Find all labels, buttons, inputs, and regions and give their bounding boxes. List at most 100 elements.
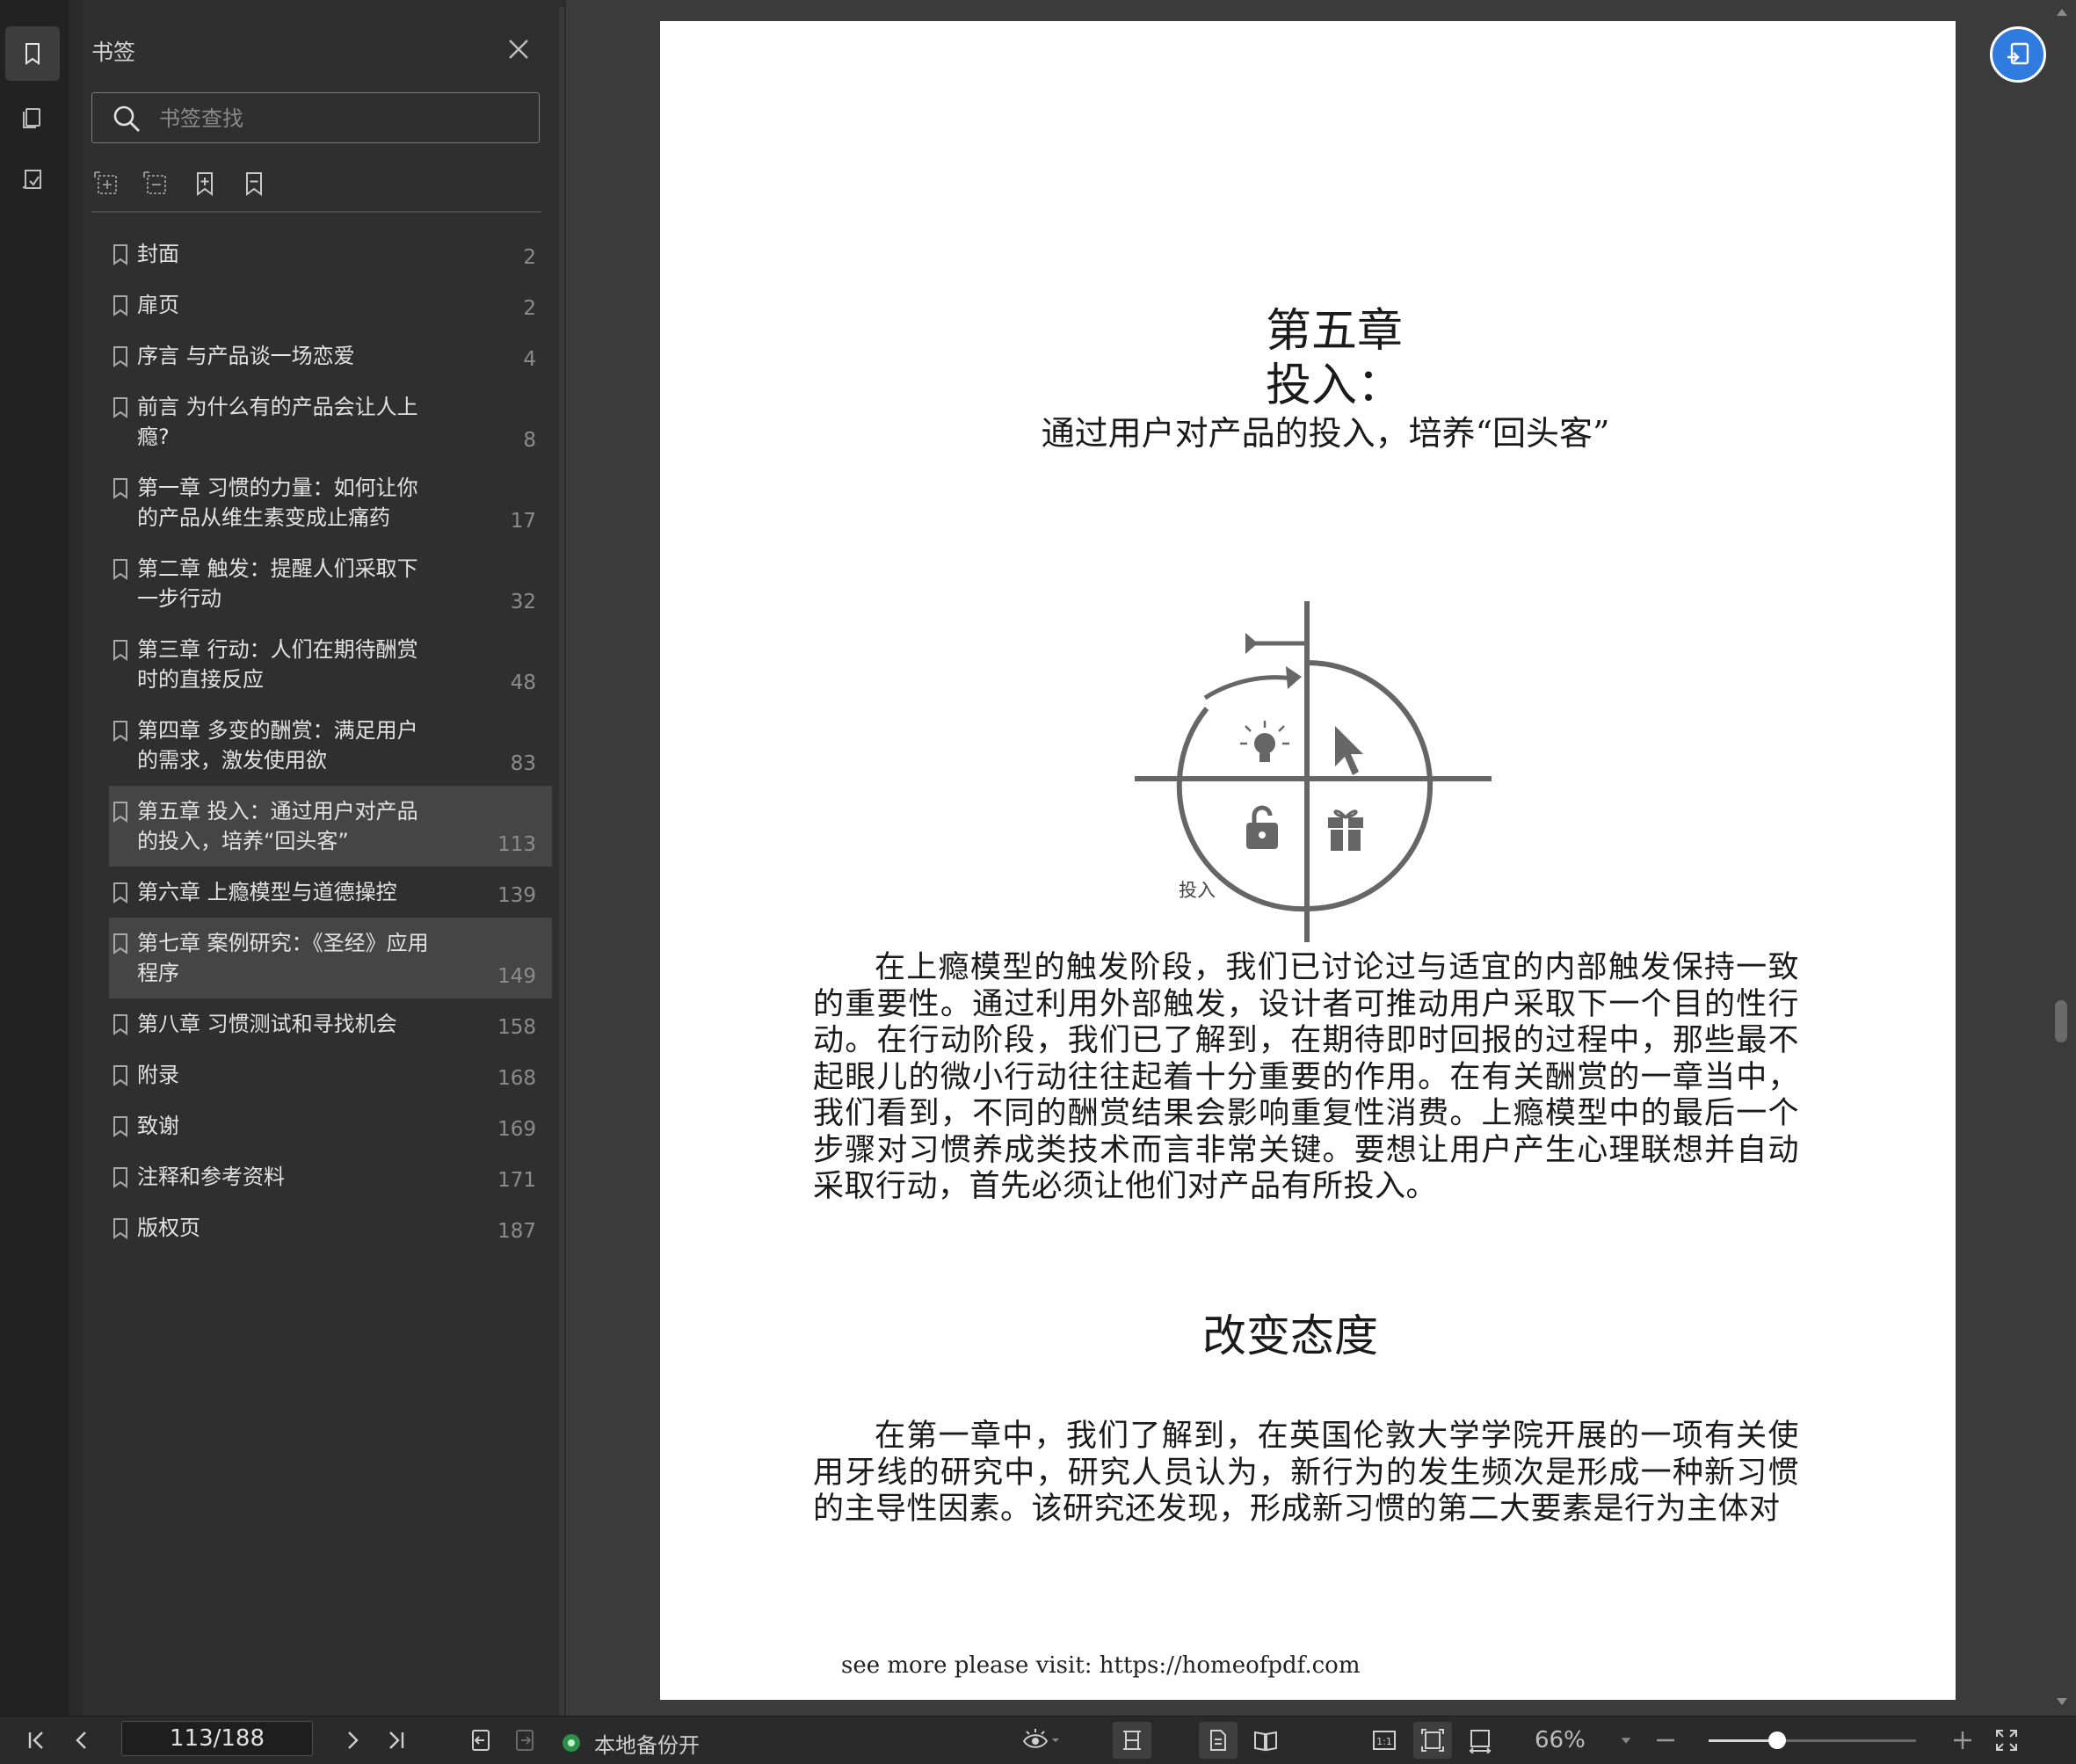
cursor-icon [1335, 726, 1363, 775]
remove-bookmark-icon[interactable] [239, 169, 269, 199]
bookmark-label: 第六章 上瘾模型与道德操控 [137, 880, 397, 904]
panel-splitter[interactable] [559, 7, 564, 1716]
bookmark-label: 封面 [137, 242, 179, 266]
lightbulb-icon [1240, 721, 1289, 762]
bookmark-item[interactable]: 注释和参考资料 171 [109, 1151, 552, 1202]
chapter-subtitle: 通过用户对产品的投入，培养“回头客” [1041, 414, 1610, 453]
fullscreen-icon[interactable] [1992, 1725, 2022, 1755]
bookmark-icon [113, 802, 127, 823]
add-bookmark-icon[interactable] [190, 169, 220, 199]
page-number-input[interactable] [121, 1721, 313, 1756]
bookmark-item[interactable]: 致谢 169 [109, 1100, 552, 1151]
bookmark-item[interactable]: 序言 与产品谈一场恋爱 4 [109, 330, 552, 381]
bookmark-page-number: 149 [497, 965, 536, 988]
backup-status-icon [563, 1734, 580, 1752]
search-icon [113, 105, 140, 132]
bookmark-item[interactable]: 第三章 行动：人们在期待酬赏时的直接反应 48 [109, 624, 552, 705]
annotation-tab-icon[interactable] [5, 153, 60, 207]
bookmark-page-number: 187 [497, 1220, 536, 1243]
bookmark-label: 附录 [137, 1063, 179, 1087]
convert-icon [2007, 42, 2029, 65]
single-page-scroll-icon[interactable] [1113, 1722, 1151, 1759]
fit-width-icon[interactable] [1463, 1725, 1498, 1755]
two-page-view-icon[interactable] [1248, 1725, 1283, 1755]
zoom-dropdown-icon[interactable] [1617, 1725, 1635, 1755]
bookmark-icon [113, 1065, 127, 1086]
collapse-all-icon[interactable] [141, 169, 171, 199]
bookmark-icon [113, 1014, 127, 1035]
bookmark-item[interactable]: 第二章 触发：提醒人们采取下一步行动 32 [109, 543, 552, 624]
bookmark-page-number: 158 [497, 1016, 536, 1039]
bookmark-item[interactable]: 版权页 187 [109, 1202, 552, 1253]
bookmark-item[interactable]: 附录 168 [109, 1049, 552, 1100]
bookmark-item[interactable]: 第八章 习惯测试和寻找机会 158 [109, 998, 552, 1049]
bookmark-label: 第一章 习惯的力量：如何让你的产品从维生素变成止痛药 [137, 475, 418, 530]
scrollbar-thumb[interactable] [2055, 1000, 2067, 1042]
actual-size-icon[interactable]: 1:1 [1368, 1725, 1401, 1755]
next-page-icon[interactable] [338, 1725, 367, 1755]
bookmark-item[interactable]: 第一章 习惯的力量：如何让你的产品从维生素变成止痛药 17 [109, 462, 552, 543]
bookmark-toolbar [91, 169, 269, 204]
bookmark-item[interactable]: 扉页 2 [109, 279, 552, 330]
single-page-view-icon[interactable] [1199, 1722, 1238, 1759]
bookmark-page-number: 171 [497, 1169, 536, 1192]
close-icon[interactable] [504, 35, 533, 63]
section-title: 改变态度 [1202, 1310, 1378, 1361]
svg-text:1:1: 1:1 [1376, 1736, 1392, 1747]
bookmark-label: 第四章 多变的酬赏：满足用户的需求，激发使用欲 [137, 718, 418, 773]
bookmark-label: 第五章 投入：通过用户对产品的投入，培养“回头客” [137, 799, 418, 853]
gift-icon [1328, 809, 1363, 851]
bookmark-item[interactable]: 封面 2 [109, 229, 552, 279]
bookmark-tab-icon[interactable] [5, 26, 60, 81]
page-footer: see more please visit: https://homeofpdf… [841, 1652, 1361, 1679]
panel-title: 书签 [91, 40, 136, 65]
bookmark-page-number: 83 [510, 752, 536, 775]
bookmark-page-number: 168 [497, 1067, 536, 1090]
bookmark-page-number: 169 [497, 1118, 536, 1141]
document-scrollbar[interactable] [2053, 7, 2071, 1712]
bookmark-icon [113, 295, 127, 316]
bookmark-item[interactable]: 第四章 多变的酬赏：满足用户的需求，激发使用欲 83 [109, 705, 552, 786]
bookmark-icon [113, 1167, 127, 1188]
body-paragraph: 在第一章中，我们了解到，在英国伦敦大学学院开展的一项有关使用牙线的研究中，研究人… [813, 1419, 1799, 1527]
convert-floating-button[interactable] [1990, 26, 2046, 83]
cycle-arrow-icon [1203, 633, 1307, 701]
backup-status[interactable]: 本地备份开 [594, 1728, 700, 1759]
eye-protection-icon[interactable] [1016, 1725, 1065, 1755]
zoom-slider-fill [1709, 1739, 1777, 1742]
bookmark-label: 第七章 案例研究：《圣经》应用程序 [137, 931, 429, 985]
bookmark-label: 致谢 [137, 1114, 179, 1138]
bookmark-item[interactable]: 第六章 上瘾模型与道德操控 139 [109, 867, 552, 918]
zoom-out-icon[interactable] [1651, 1725, 1680, 1755]
bookmark-page-number: 4 [523, 348, 536, 371]
bookmark-item[interactable]: 前言 为什么有的产品会让人上瘾? 8 [109, 381, 552, 462]
bookmark-icon [113, 559, 127, 580]
body-paragraph: 在上瘾模型的触发阶段，我们已讨论过与适宜的内部触发保持一致的重要性。通过利用外部… [813, 950, 1799, 1204]
expand-all-icon[interactable] [91, 169, 121, 199]
bookmark-page-number: 139 [497, 884, 536, 907]
bookmark-page-number: 32 [510, 591, 536, 613]
back-view-icon[interactable] [466, 1725, 496, 1755]
bookmark-icon [113, 397, 127, 418]
bookmark-search-input[interactable] [157, 102, 530, 135]
first-page-icon[interactable] [21, 1725, 51, 1755]
bookmark-icon [113, 1218, 127, 1239]
bookmark-search-box[interactable] [91, 92, 540, 143]
bookmark-page-number: 8 [523, 429, 536, 452]
fit-page-icon[interactable] [1413, 1722, 1452, 1759]
zoom-slider-handle[interactable] [1768, 1731, 1786, 1749]
bookmark-icon [113, 882, 127, 904]
previous-page-icon[interactable] [67, 1725, 97, 1755]
bookmark-label: 第三章 行动：人们在期待酬赏时的直接反应 [137, 637, 418, 692]
thumbnail-tab-icon[interactable] [5, 90, 60, 144]
status-bar: 本地备份开 1:1 66% [0, 1716, 2076, 1764]
scroll-up-icon [2057, 9, 2067, 16]
bookmark-item[interactable]: 第五章 投入：通过用户对产品的投入，培养“回头客” 113 [109, 786, 552, 867]
forward-view-icon[interactable] [510, 1725, 540, 1755]
lock-icon [1246, 805, 1278, 849]
bookmark-item[interactable]: 第七章 案例研究：《圣经》应用程序 149 [109, 918, 552, 998]
last-page-icon[interactable] [381, 1725, 411, 1755]
bookmark-label: 第八章 习惯测试和寻找机会 [137, 1012, 397, 1036]
zoom-level[interactable]: 66% [1535, 1727, 1586, 1753]
zoom-in-icon[interactable] [1948, 1725, 1978, 1755]
